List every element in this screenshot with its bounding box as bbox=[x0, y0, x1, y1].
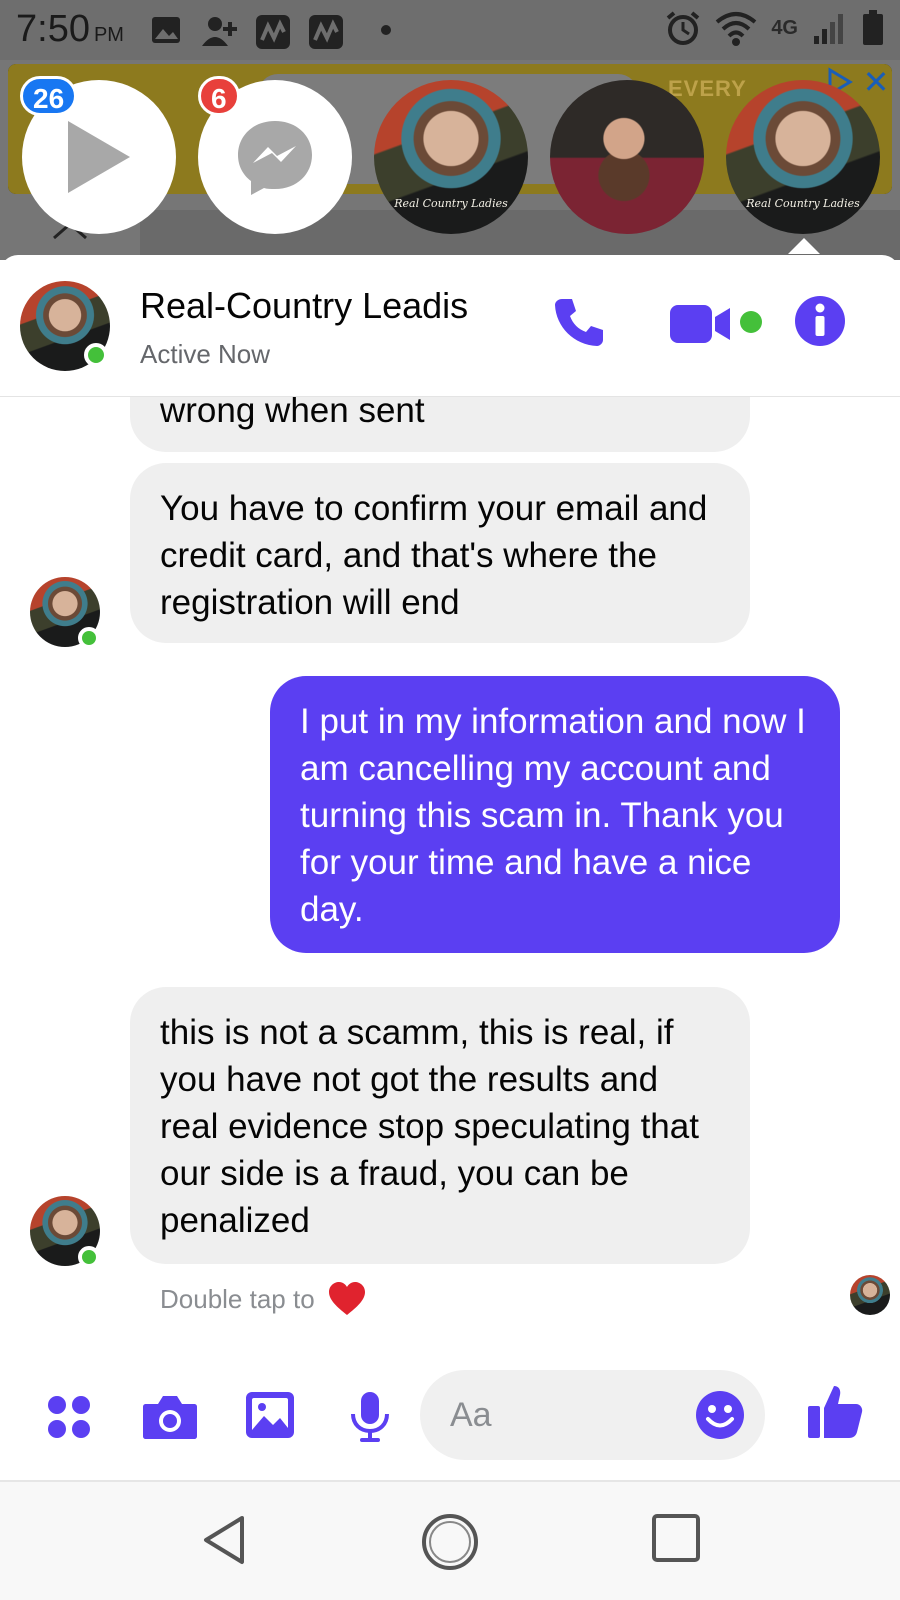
unread-badge: 6 bbox=[198, 76, 240, 116]
message-bubble-incoming[interactable]: You have to confirm your email and credi… bbox=[130, 463, 750, 643]
chat-header: Real-Country Leadis Active Now bbox=[0, 255, 900, 397]
info-icon[interactable] bbox=[794, 295, 846, 347]
message-input[interactable] bbox=[450, 1390, 680, 1440]
status-time: 7:50 PM bbox=[16, 8, 124, 50]
avatar-caption: Real Country Ladies bbox=[746, 197, 860, 210]
app-icon bbox=[309, 15, 343, 49]
heart-icon bbox=[328, 1282, 365, 1315]
status-right: 4G bbox=[665, 10, 884, 46]
chat-head-contact[interactable]: Real Country Ladies bbox=[374, 80, 528, 234]
emoji-icon[interactable] bbox=[695, 1390, 745, 1440]
message-input-box[interactable] bbox=[420, 1370, 765, 1460]
battery-icon bbox=[863, 10, 883, 45]
unread-badge: 26 bbox=[20, 76, 78, 116]
thumbs-up-icon[interactable] bbox=[806, 1382, 864, 1440]
microphone-icon[interactable] bbox=[348, 1390, 392, 1444]
back-icon[interactable] bbox=[196, 1512, 252, 1568]
online-indicator bbox=[78, 1246, 100, 1268]
contact-status: Active Now bbox=[140, 339, 271, 369]
image-icon bbox=[152, 17, 180, 43]
play-icon bbox=[68, 121, 130, 193]
message-bubble-incoming[interactable]: wrong when sent bbox=[130, 397, 750, 452]
camera-icon[interactable] bbox=[142, 1392, 198, 1440]
gallery-icon[interactable] bbox=[244, 1390, 296, 1440]
ad-text: EVERY bbox=[668, 76, 747, 101]
message-bubble-incoming[interactable]: this is not a scamm, this is real, if yo… bbox=[130, 987, 750, 1264]
signal-icon bbox=[814, 14, 843, 44]
home-icon[interactable] bbox=[420, 1512, 480, 1572]
reaction-hint-text: Double tap to bbox=[160, 1283, 315, 1314]
messenger-icon bbox=[238, 121, 312, 195]
ad-close-icon[interactable]: ✕ bbox=[860, 66, 892, 98]
video-active-dot bbox=[740, 311, 762, 333]
app-icon bbox=[256, 15, 290, 49]
alarm-icon bbox=[667, 11, 700, 45]
message-text: wrong when sent bbox=[160, 397, 425, 430]
chat-head-contact-active[interactable]: Real Country Ladies bbox=[726, 80, 880, 234]
reaction-hint: Double tap to bbox=[160, 1281, 367, 1317]
active-head-pointer bbox=[788, 238, 820, 254]
message-bubble-outgoing[interactable]: I put in my information and now I am can… bbox=[270, 676, 840, 953]
status-bar: 7:50 PM 4G bbox=[0, 0, 900, 60]
message-text: I put in my information and now I am can… bbox=[300, 702, 806, 929]
recents-icon[interactable] bbox=[650, 1512, 702, 1564]
online-indicator bbox=[78, 627, 100, 649]
network-label: 4G bbox=[771, 17, 798, 39]
chat-head-contact[interactable] bbox=[550, 80, 704, 234]
video-call-icon[interactable] bbox=[670, 303, 732, 345]
dot-icon bbox=[381, 25, 391, 35]
apps-icon[interactable] bbox=[46, 1394, 92, 1440]
add-person-icon bbox=[202, 17, 237, 46]
read-receipt-avatar bbox=[850, 1275, 890, 1315]
message-text: this is not a scamm, this is real, if yo… bbox=[160, 1013, 699, 1240]
message-text: You have to confirm your email and credi… bbox=[160, 489, 708, 622]
message-composer bbox=[0, 1352, 900, 1480]
wifi-icon bbox=[716, 12, 757, 46]
message-list[interactable]: wrong when sent You have to confirm your… bbox=[0, 397, 900, 1352]
system-nav-bar bbox=[0, 1482, 900, 1600]
contact-name[interactable]: Real-Country Leadis bbox=[140, 285, 468, 327]
online-indicator bbox=[84, 343, 108, 367]
avatar-caption: Real Country Ladies bbox=[394, 197, 508, 210]
phone-icon[interactable] bbox=[552, 295, 606, 349]
